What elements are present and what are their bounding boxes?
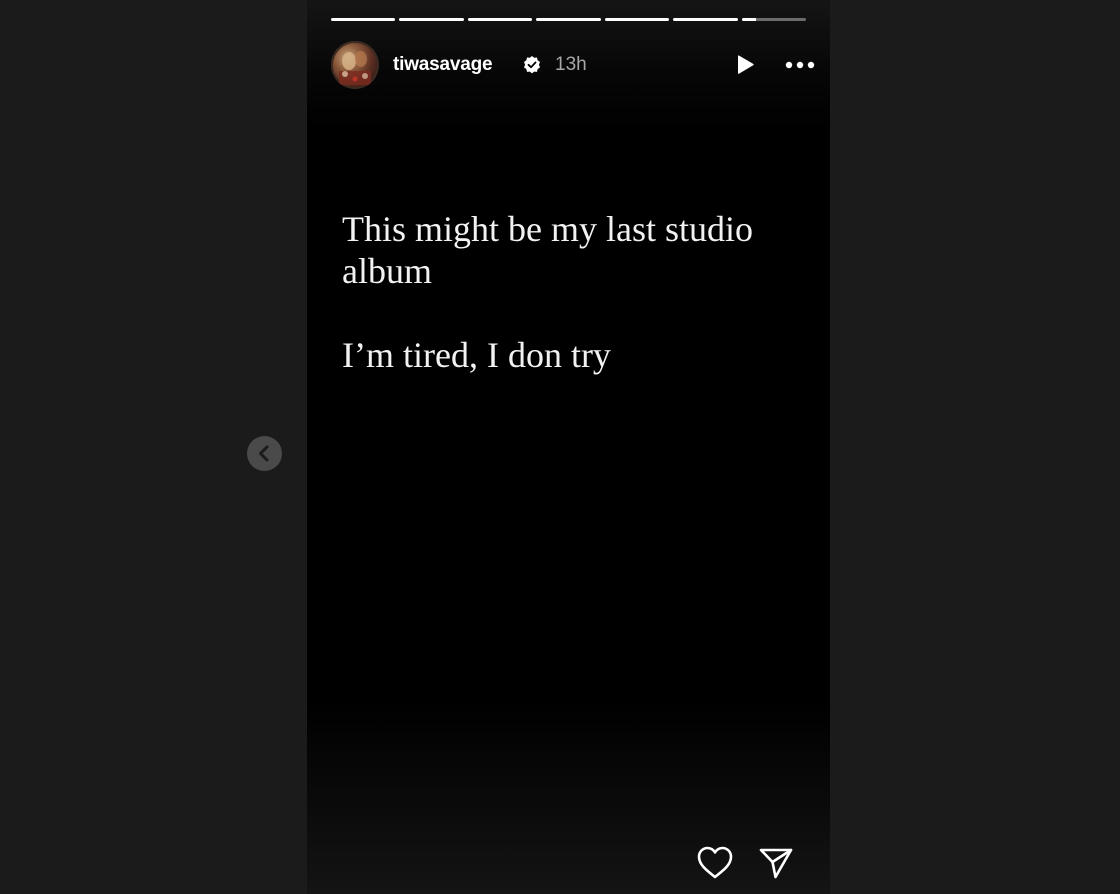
- progress-segment-fill: [399, 18, 464, 21]
- progress-segment: [673, 18, 738, 21]
- like-button[interactable]: [696, 845, 734, 881]
- progress-segment: [604, 18, 670, 21]
- share-button[interactable]: [758, 846, 794, 880]
- progress-segment: [399, 18, 464, 21]
- profile-photo-icon: [331, 41, 379, 89]
- more-horizontal-icon: [785, 61, 815, 69]
- story-text-line-1: This might be my last studio album: [342, 209, 753, 291]
- story-text: This might be my last studio album I’m t…: [342, 208, 802, 376]
- progress-segment: [536, 18, 601, 21]
- more-options-button[interactable]: [783, 53, 817, 77]
- progress-segment: [331, 18, 396, 21]
- play-icon: [738, 55, 754, 74]
- progress-segment-fill: [741, 18, 756, 21]
- verified-badge-icon: [524, 56, 540, 74]
- post-time: 13h: [555, 54, 587, 75]
- progress-segment-fill: [536, 18, 601, 21]
- username[interactable]: tiwasavage: [393, 54, 493, 76]
- story-text-spacer: [342, 292, 802, 334]
- progress-segment: [741, 18, 806, 21]
- story-viewer: tiwasavage 13h This might be my last stu…: [0, 0, 1120, 894]
- story-card[interactable]: tiwasavage 13h This might be my last stu…: [307, 0, 830, 894]
- progress-segment: [467, 18, 533, 21]
- progress-segment-fill: [467, 18, 533, 21]
- heart-icon: [697, 846, 733, 879]
- story-header: tiwasavage 13h: [331, 41, 815, 89]
- story-progress-bar: [331, 18, 806, 22]
- story-text-line-2: I’m tired, I don try: [342, 335, 611, 375]
- paper-plane-icon: [759, 848, 793, 879]
- avatar[interactable]: [331, 41, 379, 89]
- progress-segment-fill: [331, 18, 396, 21]
- previous-story-button[interactable]: [247, 436, 282, 471]
- play-button[interactable]: [733, 53, 757, 77]
- progress-segment-fill: [604, 18, 670, 21]
- progress-segment-fill: [673, 18, 738, 21]
- chevron-left-icon: [259, 445, 269, 462]
